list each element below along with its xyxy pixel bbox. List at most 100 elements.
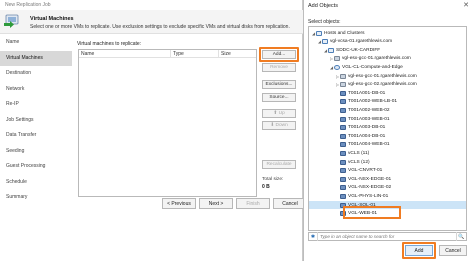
tree-item-label: VGL-CNVRT-01 [348, 168, 383, 174]
tree-item-label: vgl-esx-gcc-01.rgarethlewis.com [342, 56, 411, 62]
tree-node[interactable]: ◢ vgl-vcsa-01.rgarethlewis.com [309, 38, 466, 46]
step-virtual-machines[interactable]: Virtual Machines [0, 50, 72, 66]
tree-item-label: T001A004-WEB-01 [348, 142, 390, 148]
down-button[interactable]: ⬇ Down [262, 121, 296, 130]
virtual-machines-icon [4, 14, 19, 28]
step-seeding[interactable]: Seeding [0, 144, 72, 160]
exclusions-button[interactable]: Exclusions... [262, 80, 296, 89]
tree-item-label: vCLS (11) [348, 150, 370, 156]
tree-vm-item[interactable]: T001A004-WEB-01 [309, 141, 466, 149]
total-size-label: Total size: [262, 177, 284, 182]
snowflake-icon[interactable]: ✱ [309, 232, 318, 241]
vm-icon [340, 193, 346, 199]
tree-node[interactable]: ◢ SDDC-UK-CARDIFF [309, 46, 466, 54]
step-summary[interactable]: Summary [0, 190, 72, 206]
step-destination[interactable]: Destination [0, 66, 72, 82]
tree-item-label: VGL-NSX-EDGE-01 [348, 176, 392, 182]
previous-button[interactable]: < Previous [162, 198, 196, 209]
vm-icon [340, 116, 346, 122]
finish-button[interactable]: Finish [236, 198, 270, 209]
tree-node[interactable]: ▷ vgl-esx-gcc-01.rgarethlewis.com [309, 55, 466, 63]
window-title: New Replication Job [5, 2, 51, 8]
select-objects-label: Select objects: [308, 19, 341, 25]
tree-vm-item[interactable]: T001A001-DB-01 [309, 89, 466, 97]
up-button[interactable]: ⬆ Up [262, 109, 296, 118]
vm-icon [340, 125, 346, 131]
close-icon[interactable]: ✕ [463, 1, 469, 9]
tree-vm-item[interactable]: vCLS (12) [309, 158, 466, 166]
step-job-settings[interactable]: Job Settings [0, 113, 72, 129]
step-name[interactable]: Name [0, 35, 72, 51]
vm-icon [340, 133, 346, 139]
dialog-title: Add Objects [308, 3, 338, 9]
tree-vm-item[interactable]: T001A002-WEB-LB-01 [309, 98, 466, 106]
step-schedule[interactable]: Schedule [0, 175, 72, 191]
column-name[interactable]: Name [79, 50, 171, 57]
step-data-transfer[interactable]: Data Transfer [0, 128, 72, 144]
tree-item-label: vCLS (12) [348, 159, 370, 165]
object-tree[interactable]: ◢ Hosts and Clusters ◢ vgl-vcsa-01.rgarethl… [308, 26, 467, 231]
source-button[interactable]: Source... [262, 93, 296, 102]
tree-vm-item[interactable]: VGL-PHYS-LIN-01 [309, 192, 466, 200]
vm-icon [340, 176, 346, 182]
vm-table[interactable]: Name Type Size [78, 49, 257, 197]
tree-item-label: vgl-esx-gcc-02.rgarethlewis.com [348, 82, 417, 88]
step-network[interactable]: Network [0, 82, 72, 98]
host-icon [334, 56, 340, 62]
tree-item-label: Hosts and Clusters [324, 30, 365, 36]
host-icon [340, 82, 346, 88]
vm-icon [340, 90, 346, 96]
add-button[interactable]: Add... [262, 50, 296, 59]
new-replication-job-window: New Replication Job Virtual Machines Sel… [0, 0, 307, 261]
total-size-value: 0 B [262, 184, 270, 190]
tree-item-label: SDDC-UK-CARDIFF [336, 47, 381, 53]
tree-item-label: T001A002-WEB-02 [348, 107, 390, 113]
tree-vm-item[interactable]: T001A002-WEB-02 [309, 106, 466, 114]
datacenter-icon [328, 47, 334, 53]
vm-icon [340, 99, 346, 105]
tree-vm-item[interactable]: VGL-CNVRT-01 [309, 167, 466, 175]
add-objects-cancel-button[interactable]: Cancel [439, 245, 467, 256]
wizard-footer: < Previous Next > Finish Cancel [72, 198, 307, 210]
vm-selection-panel: Virtual machines to replicate: Name Type… [72, 35, 303, 261]
tree-vm-item[interactable]: VGL-NSX-EDGE-01 [309, 175, 466, 183]
tree-item-label: vgl-vcsa-01.rgarethlewis.com [330, 39, 393, 45]
add-objects-button[interactable]: Add [405, 245, 433, 256]
vm-icon [340, 150, 346, 156]
column-size[interactable]: Size [219, 50, 256, 57]
tree-item-label: T001A003-DB-01 [348, 125, 386, 131]
tree-vm-item[interactable]: T001A003-WEB-01 [309, 115, 466, 123]
tree-vm-item[interactable]: VGL-NSX-EDGE-02 [309, 184, 466, 192]
step-re-ip[interactable]: Re-IP [0, 97, 72, 113]
recalculate-button[interactable]: Recalculate [262, 160, 296, 169]
page-title: Virtual Machines [30, 16, 74, 22]
search-bar: ✱ 🔍 [308, 232, 467, 241]
folder-icon [316, 30, 322, 36]
up-button-label: Up [278, 111, 285, 116]
cancel-button[interactable]: Cancel [273, 198, 307, 209]
tree-vm-item[interactable]: vCLS (11) [309, 149, 466, 157]
tree-item-label: T001A003-WEB-01 [348, 116, 390, 122]
tree-node[interactable]: ▷ vgl-esx-gcc-02.rgarethlewis.com [309, 81, 466, 89]
next-button[interactable]: Next > [199, 198, 233, 209]
tree-item-label: VGL-CL-Compute-and-Edge [342, 64, 403, 70]
tree-vm-item[interactable]: T001A003-DB-01 [309, 124, 466, 132]
search-icon[interactable]: 🔍 [456, 232, 466, 241]
host-icon [340, 73, 346, 79]
search-input[interactable] [318, 233, 456, 240]
column-type[interactable]: Type [171, 50, 219, 57]
wizard-steps: Name Virtual Machines Destination Networ… [0, 35, 72, 261]
tree-item-label: T001A002-WEB-LB-01 [348, 99, 398, 105]
tree-node[interactable]: ◢ VGL-CL-Compute-and-Edge [309, 63, 466, 71]
tree-node[interactable]: ▷ vgl-esx-gcc-01.rgarethlewis.com [309, 72, 466, 80]
vm-list-label: Virtual machines to replicate: [77, 41, 142, 47]
tree-vm-item[interactable]: T001A004-DB-01 [309, 132, 466, 140]
vm-icon [340, 168, 346, 174]
add-objects-dialog: Add Objects ✕ Select objects: ◢ Hosts and… [303, 0, 474, 261]
remove-button[interactable]: Remove [262, 63, 296, 72]
tree-item-label: T001A001-DB-01 [348, 90, 386, 96]
vm-table-header: Name Type Size [79, 50, 256, 58]
step-guest-processing[interactable]: Guest Processing [0, 159, 72, 175]
tree-node[interactable]: ◢ Hosts and Clusters [309, 29, 466, 37]
cluster-icon [334, 64, 340, 70]
